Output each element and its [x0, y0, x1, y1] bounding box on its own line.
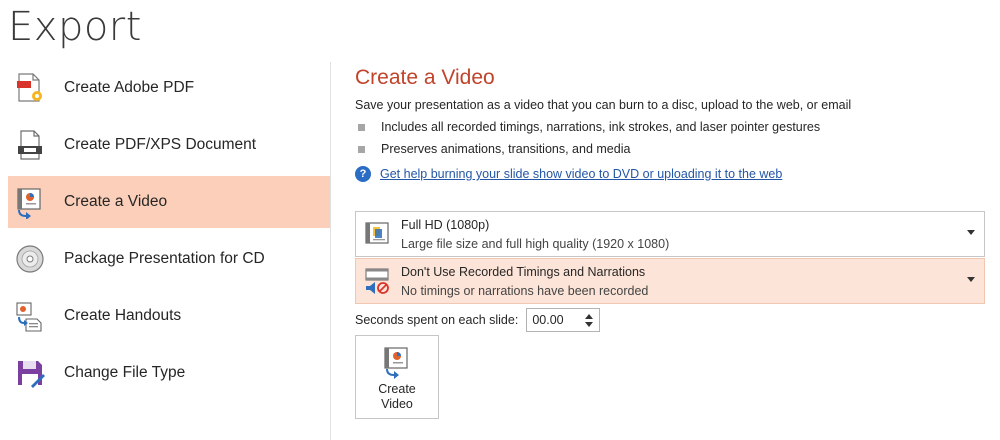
bullet-item: Preserves animations, transitions, and m… — [358, 142, 630, 156]
seconds-input[interactable] — [527, 310, 584, 330]
nav-label: Change File Type — [64, 364, 186, 381]
save-file-icon — [12, 355, 48, 391]
create-video-button[interactable]: Create Video — [355, 335, 439, 419]
bullet-text: Preserves animations, transitions, and m… — [381, 142, 631, 156]
seconds-label: Seconds spent on each slide: — [355, 313, 519, 327]
adobe-pdf-icon — [12, 70, 48, 106]
section-description: Save your presentation as a video that y… — [355, 98, 852, 112]
increment-arrow-icon[interactable] — [585, 313, 594, 319]
nav-item-create-video[interactable]: Create a Video — [8, 176, 330, 228]
handouts-icon — [12, 298, 48, 334]
no-narration-icon — [361, 265, 393, 297]
nav-label: Create a Video — [64, 193, 168, 210]
nav-item-change-file-type[interactable]: Change File Type — [8, 347, 330, 399]
nav-label: Package Presentation for CD — [64, 250, 265, 267]
cd-icon — [12, 241, 48, 277]
create-video-label: Create Video — [378, 382, 416, 411]
bullet-square-icon — [358, 145, 365, 153]
slide-quality-icon — [361, 218, 393, 250]
timings-title: Don't Use Recorded Timings and Narration… — [401, 264, 646, 279]
nav-item-create-pdf-xps[interactable]: Create PDF/XPS Document — [8, 119, 330, 171]
pane-divider — [330, 62, 331, 440]
left-pane: Create Adobe PDF Create PDF/XPS Document — [0, 60, 330, 440]
decrement-arrow-icon[interactable] — [585, 321, 594, 327]
help-link[interactable]: Get help burning your slide show video t… — [380, 167, 782, 181]
pdf-xps-icon — [12, 127, 48, 163]
bullet-item: Includes all recorded timings, narration… — [358, 120, 820, 134]
bullet-text: Includes all recorded timings, narration… — [381, 120, 821, 134]
page-title: Export — [8, 4, 142, 50]
help-question-icon[interactable]: ? — [355, 166, 371, 182]
chevron-down-icon — [967, 230, 975, 235]
timings-dropdown[interactable]: Don't Use Recorded Timings and Narration… — [355, 258, 985, 304]
nav-label: Create PDF/XPS Document — [64, 136, 257, 153]
help-row: ? Get help burning your slide show video… — [355, 166, 782, 182]
quality-title: Full HD (1080p) — [401, 217, 490, 232]
section-title: Create a Video — [355, 66, 495, 89]
timings-subtitle: No timings or narrations have been recor… — [401, 283, 649, 298]
quality-subtitle: Large file size and full high quality (1… — [401, 236, 670, 251]
bullet-square-icon — [358, 123, 365, 131]
quality-dropdown[interactable]: Full HD (1080p) Large file size and full… — [355, 211, 985, 257]
nav-item-create-adobe-pdf[interactable]: Create Adobe PDF — [8, 62, 330, 114]
video-icon — [12, 184, 48, 220]
seconds-stepper — [526, 308, 601, 332]
seconds-row: Seconds spent on each slide: — [355, 308, 601, 332]
nav-label: Create Adobe PDF — [64, 79, 195, 96]
chevron-down-icon — [967, 277, 975, 282]
nav-item-create-handouts[interactable]: Create Handouts — [8, 290, 330, 342]
video-icon — [384, 347, 408, 379]
nav-item-package-cd[interactable]: Package Presentation for CD — [8, 233, 330, 285]
nav-label: Create Handouts — [64, 307, 182, 324]
